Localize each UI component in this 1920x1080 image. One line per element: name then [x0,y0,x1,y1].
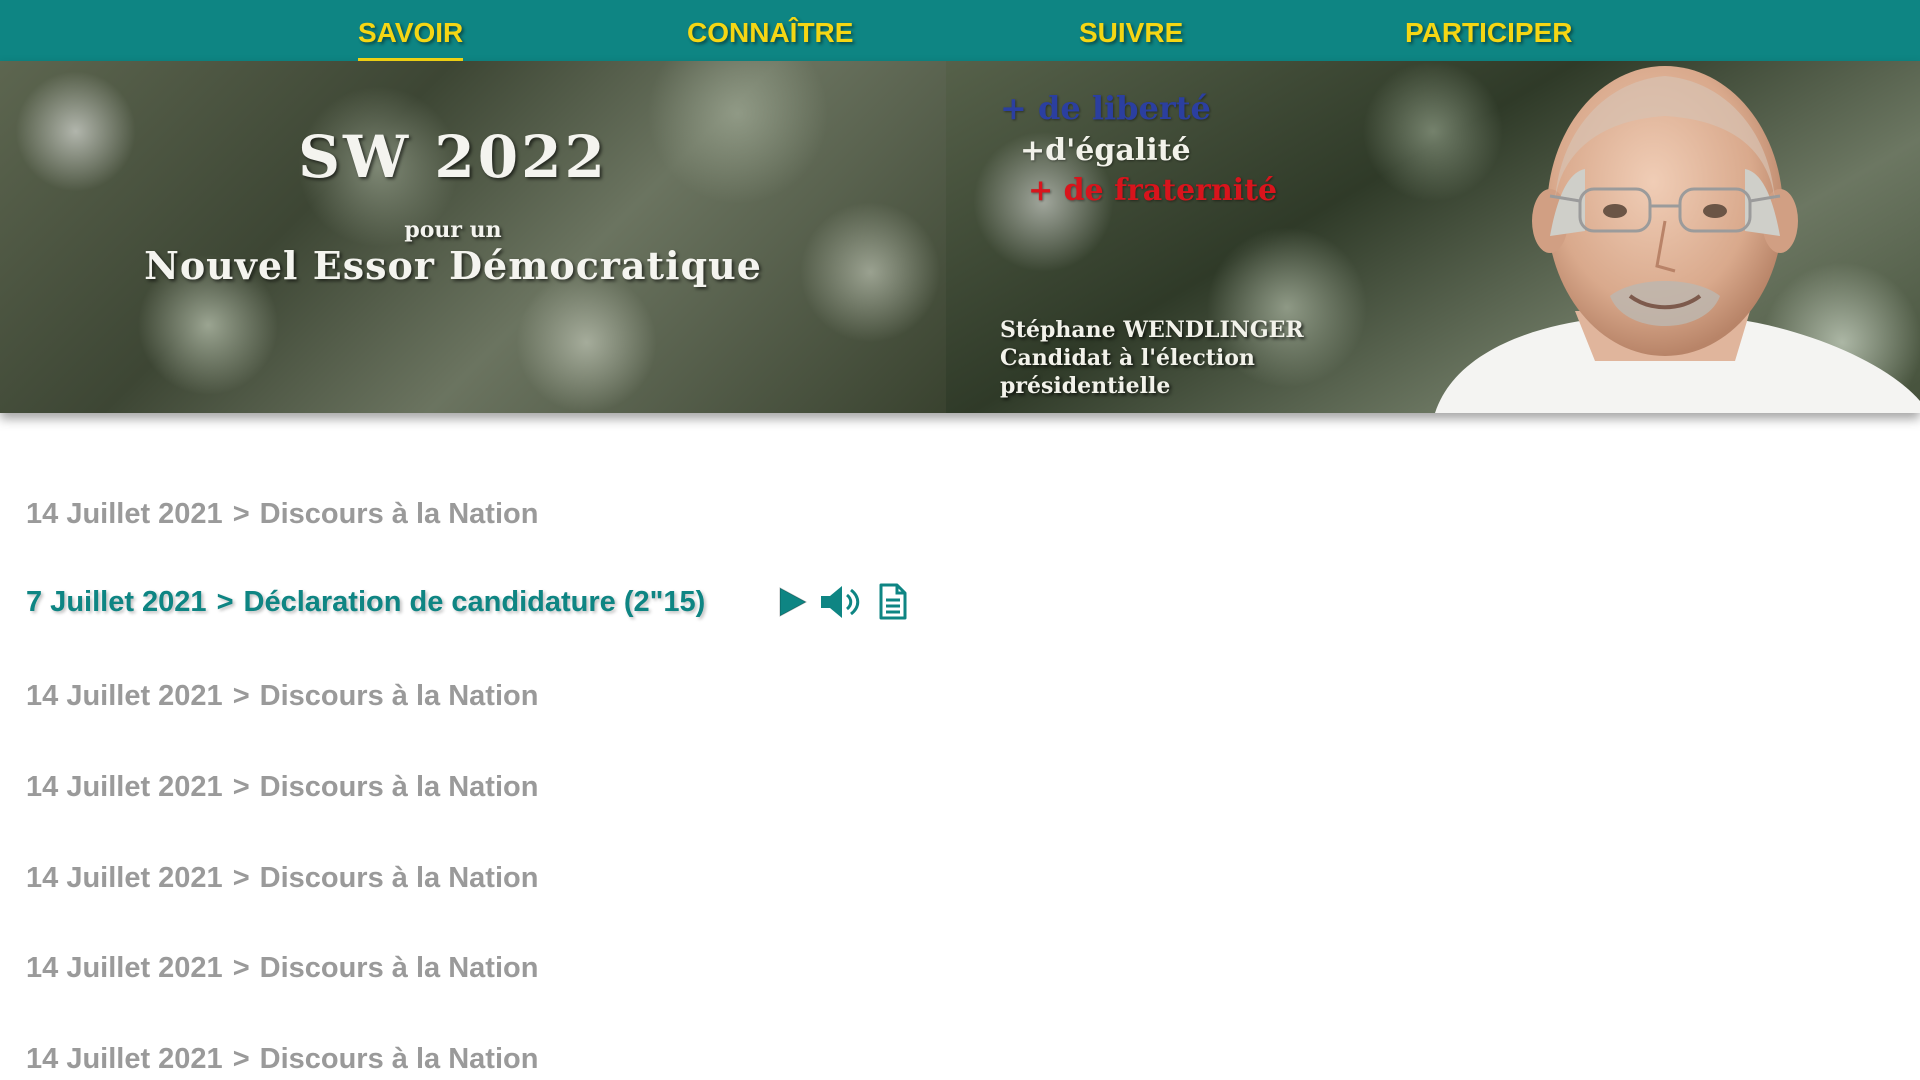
nav-item-participer[interactable]: PARTICIPER [1405,0,1573,61]
list-item[interactable]: 14 Juillet 2021 > Discours à la Nation [26,948,538,988]
list-item[interactable]: 14 Juillet 2021 > Discours à la Nation [26,767,538,807]
list-item-title: Déclaration de candidature (2"15) [243,586,706,618]
candidate-role-line-2: présidentielle [1000,373,1171,399]
list-item-title: Discours à la Nation [259,1043,539,1075]
nav-item-suivre[interactable]: SUIVRE [1079,0,1183,61]
list-item[interactable]: 14 Juillet 2021 > Discours à la Nation [26,1039,538,1079]
candidate-name: Stéphane WENDLINGER [1000,317,1304,343]
list-item-date: 14 Juillet 2021 [26,498,223,530]
play-icon[interactable] [776,582,812,622]
list-item-separator: > [232,952,250,984]
speaker-icon[interactable] [818,582,862,622]
slogan-liberte: + de liberté [1000,89,1211,127]
slogan-fraternite: + de fraternité [1028,173,1278,208]
candidate-portrait [1435,66,1920,413]
list-item[interactable]: 14 Juillet 2021 > Discours à la Nation [26,494,538,534]
list-item[interactable]: 14 Juillet 2021 > Discours à la Nation [26,858,538,898]
list-item-date: 14 Juillet 2021 [26,1043,223,1075]
list-item-title: Discours à la Nation [259,862,539,894]
list-item-title: Discours à la Nation [259,680,539,712]
list-item-date: 7 Juillet 2021 [26,586,207,618]
header-banner: SW 2022 pour un Nouvel Essor Démocratiqu… [0,61,1920,413]
banner-subtitle-small: pour un [404,217,502,243]
list-item-date: 14 Juillet 2021 [26,952,223,984]
banner-left-panel: SW 2022 pour un Nouvel Essor Démocratiqu… [0,61,946,413]
list-item-separator: > [232,498,250,530]
list-item-date: 14 Juillet 2021 [26,680,223,712]
top-nav: SAVOIR CONNAÎTRE SUIVRE PARTICIPER [0,0,1920,61]
list-item-date: 14 Juillet 2021 [26,862,223,894]
list-item-separator: > [232,680,250,712]
list-item-separator: > [232,862,250,894]
list-item-separator: > [232,1043,250,1075]
nav-item-savoir[interactable]: SAVOIR [358,0,464,61]
banner-title: SW 2022 [298,123,608,191]
list-item[interactable]: 14 Juillet 2021 > Discours à la Nation [26,676,538,716]
list-item-title: Discours à la Nation [259,952,539,984]
list-item-title: Discours à la Nation [259,771,539,803]
slogan-egalite: +d'égalité [1020,133,1191,168]
list-item-active[interactable]: 7 Juillet 2021 > Déclaration de candidatur… [26,582,705,622]
nav-item-connaitre[interactable]: CONNAÎTRE [687,0,853,61]
list-item-title: Discours à la Nation [259,498,539,530]
banner-subtitle-large: Nouvel Essor Démocratique [144,243,762,288]
list-item-separator: > [216,586,234,618]
list-item-separator: > [232,771,250,803]
list-item-date: 14 Juillet 2021 [26,771,223,803]
document-icon[interactable] [876,582,910,622]
candidate-role-line-1: Candidat à l'élection [1000,345,1255,371]
